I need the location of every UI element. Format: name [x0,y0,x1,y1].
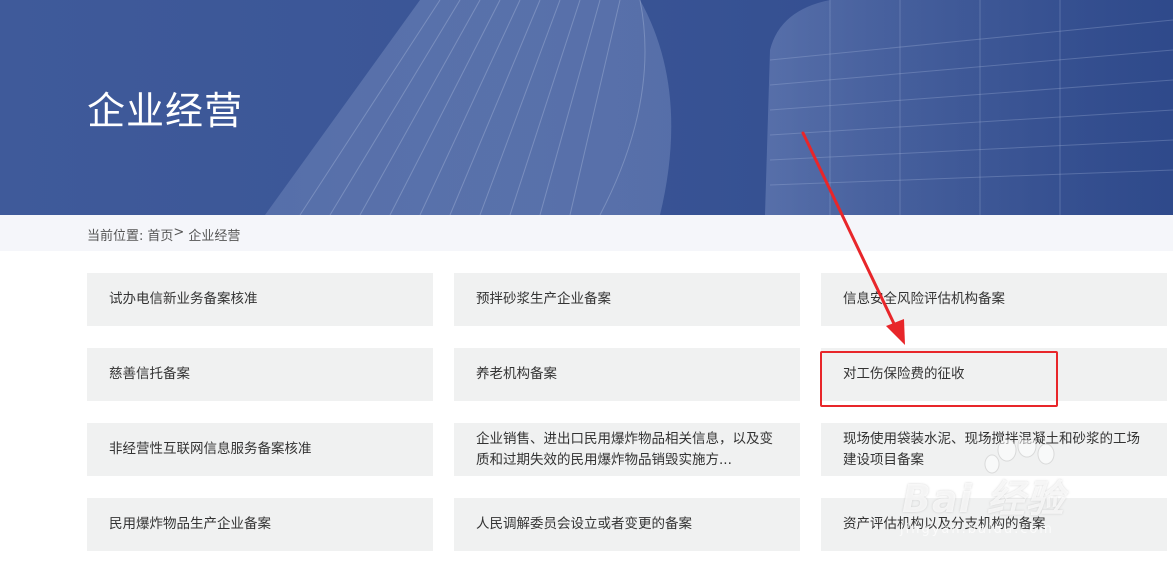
breadcrumb: 当前位置: 首页 > 企业经营 [87,225,240,244]
breadcrumb-prefix: 当前位置: [87,229,144,244]
watermark-subtext: jingyan.baidu.com [900,522,1054,537]
service-item-card[interactable]: 民用爆炸物品生产企业备案 [87,498,433,551]
service-item-label: 人民调解委员会设立或者变更的备案 [476,516,692,532]
service-item-card[interactable]: 企业销售、进出口民用爆炸物品相关信息，以及变质和过期失效的民用爆炸物品销毁实施方… [454,423,800,476]
service-item-label: 信息安全风险评估机构备案 [843,291,1005,307]
page-banner: 企业经营 [0,0,1173,215]
breadcrumb-bar: 当前位置: 首页 > 企业经营 [0,215,1173,251]
service-item-card[interactable]: 养老机构备案 [454,348,800,401]
service-item-card[interactable]: 试办电信新业务备案核准 [87,273,433,326]
annotation-highlight-box [820,351,1058,407]
service-item-label: 现场使用袋装水泥、现场搅拌混凝土和砂浆的工场建设项目备案 [843,430,1140,468]
service-item-card[interactable]: 预拌砂浆生产企业备案 [454,273,800,326]
service-item-card[interactable]: 人民调解委员会设立或者变更的备案 [454,498,800,551]
watermark-text: Bai 经验 [902,477,1065,521]
service-item-label: 试办电信新业务备案核准 [109,291,258,307]
service-item-label: 民用爆炸物品生产企业备案 [109,516,271,532]
breadcrumb-separator: > [173,225,185,240]
service-item-label: 非经营性互联网信息服务备案核准 [109,441,312,457]
service-item-label: 慈善信托备案 [109,366,190,382]
service-item-label: 养老机构备案 [476,366,557,382]
service-item-card[interactable]: 信息安全风险评估机构备案 [821,273,1167,326]
service-item-card[interactable]: 非经营性互联网信息服务备案核准 [87,423,433,476]
service-item-label: 企业销售、进出口民用爆炸物品相关信息，以及变质和过期失效的民用爆炸物品销毁实施方… [476,430,773,468]
breadcrumb-home-link[interactable]: 首页 [147,225,173,244]
breadcrumb-current: 企业经营 [188,229,241,244]
service-item-label: 预拌砂浆生产企业备案 [476,291,611,307]
page-title: 企业经营 [87,89,244,133]
service-item-card[interactable]: 慈善信托备案 [87,348,433,401]
